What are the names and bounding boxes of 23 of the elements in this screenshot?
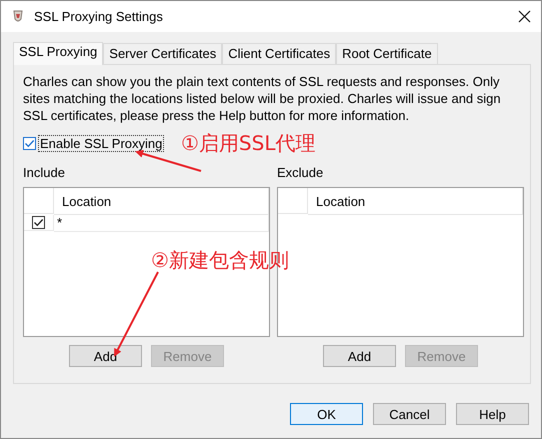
- close-icon[interactable]: [518, 10, 531, 23]
- annotation-text: ①启用SSL代理: [181, 130, 316, 156]
- dialog-button[interactable]: Help: [456, 403, 529, 425]
- app-icon: [12, 10, 24, 24]
- annotation-arrow: [135, 150, 202, 172]
- annotation-text: ②新建包含规则: [151, 247, 289, 273]
- tab[interactable]: Server Certificates: [103, 43, 222, 64]
- column-header[interactable]: Location: [54, 188, 269, 215]
- tab[interactable]: Client Certificates: [222, 43, 336, 64]
- tab[interactable]: Root Certificate: [336, 43, 438, 64]
- description-text: Charles can show you the plain text contents of SSL requests and responses. Only sites matching the locations listed below will be proxied. Charles will issue and sign SSL certificates, please press the Help button for more information.: [23, 73, 502, 124]
- checkbox-label[interactable]: Enable SSL Proxying: [39, 136, 164, 151]
- list-label: Exclude: [277, 165, 324, 181]
- checkbox[interactable]: [23, 137, 36, 150]
- column-header[interactable]: Location: [308, 188, 523, 215]
- dialog-button[interactable]: Cancel: [373, 403, 446, 425]
- list-label: Include: [23, 165, 65, 181]
- table-cell: *: [54, 215, 269, 232]
- dialog-button[interactable]: OK: [290, 403, 363, 425]
- row-checkbox[interactable]: [32, 216, 45, 229]
- window-title: SSL Proxying Settings: [34, 9, 164, 24]
- add-button[interactable]: Add: [323, 345, 396, 367]
- tab[interactable]: SSL Proxying: [13, 42, 104, 65]
